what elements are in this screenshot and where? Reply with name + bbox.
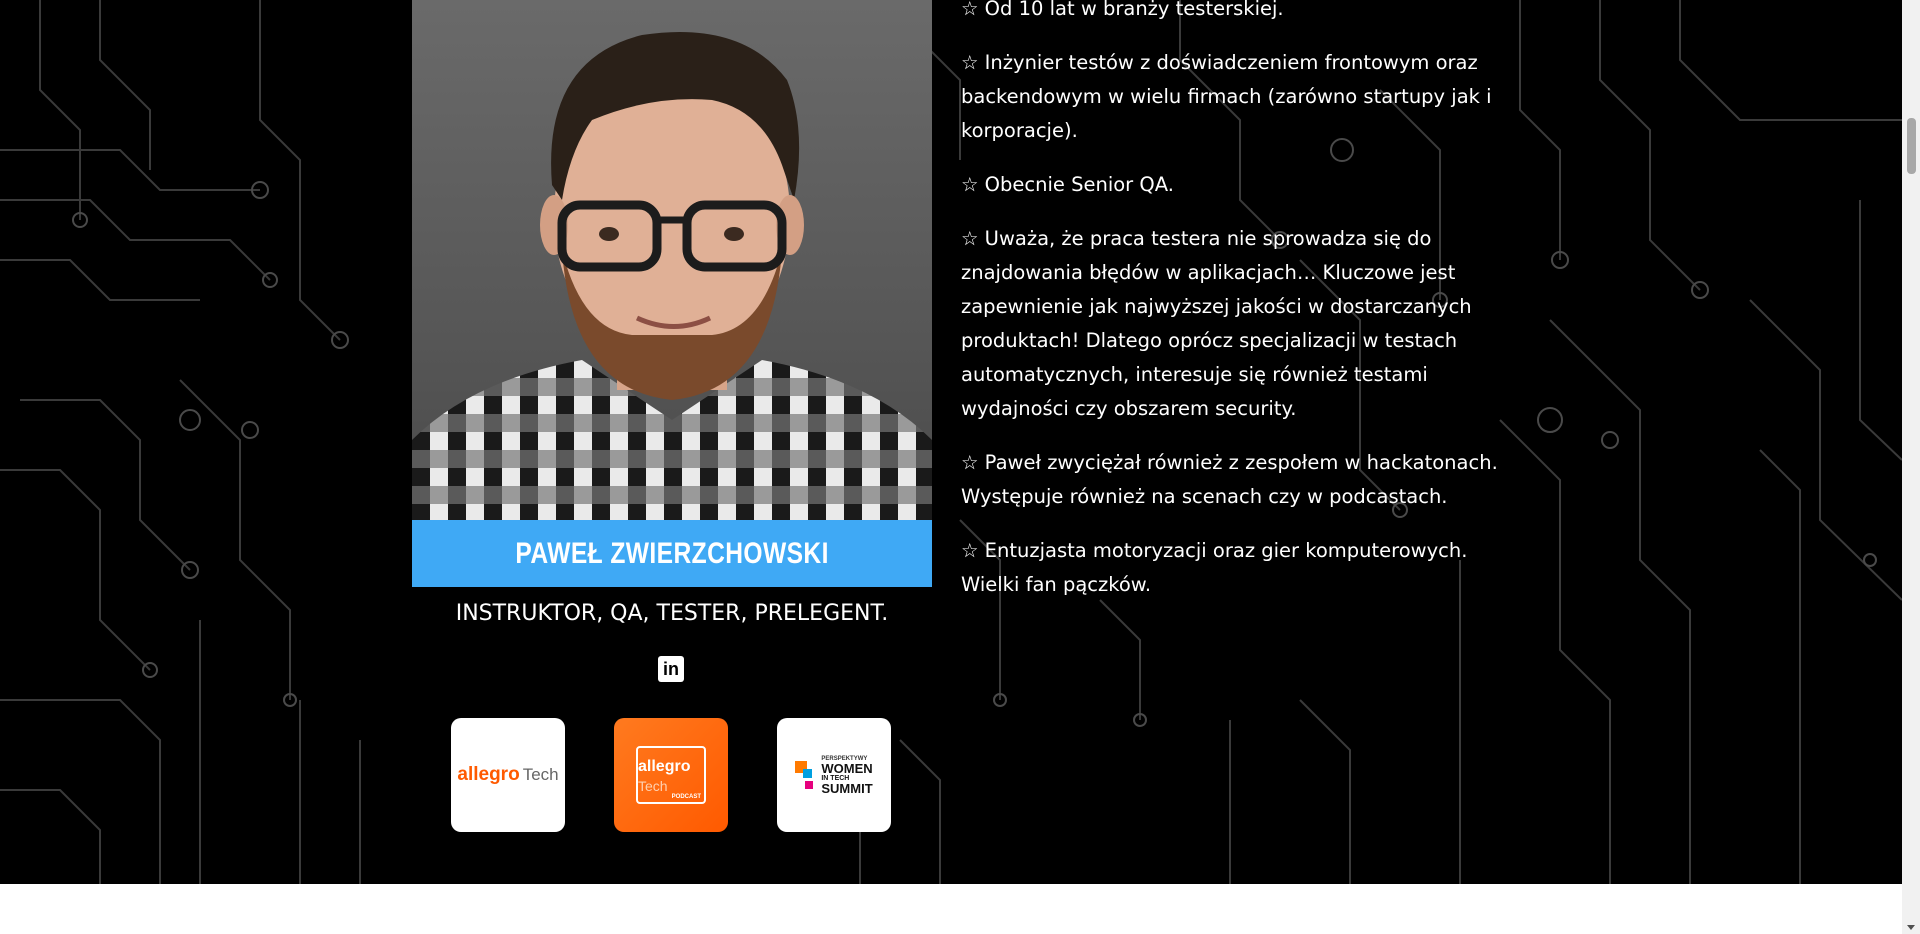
speaker-bio: ☆ Od 10 lat w branży testerskiej. ☆ Inży… [961,0,1501,622]
women-in-tech-summit-logo[interactable]: PERSPEKTYWY WOMEN IN TECH SUMMIT [777,718,891,832]
bio-paragraph: ☆ Entuzjasta motoryzacji oraz gier kompu… [961,539,1468,596]
women-squares-mark [795,757,817,793]
speaker-name-bar: PAWEŁ ZWIERZCHOWSKI [412,520,932,587]
bio-paragraph: ☆ Paweł zwyciężał również z zespołem w h… [961,451,1498,508]
bio-paragraph: ☆ Inżynier testów z doświadczeniem front… [961,51,1492,142]
next-section-top [0,884,1902,934]
scroll-down-arrow-icon[interactable] [1907,925,1915,930]
speaker-portrait [412,32,932,520]
podcast-tech-word: Tech [638,777,668,794]
women-line-3: SUMMIT [821,780,873,796]
podcast-label: PODCAST [671,794,701,800]
page-scrollbar[interactable] [1902,0,1920,934]
allegro-tech-podcast-logo[interactable]: allegro Tech PODCAST [614,718,728,832]
logo-row: allegro Tech allegro Tech PODCAST PERSPE… [0,718,1902,832]
allegro-word: allegro [457,764,520,785]
tech-word: Tech [522,765,559,784]
women-line-1: WOMEN [821,760,873,776]
speaker-photo [412,0,932,520]
linkedin-icon[interactable]: in [658,656,684,682]
linkedin-glyph: in [663,659,679,679]
bio-paragraph: ☆ Od 10 lat w branży testerskiej. [961,0,1284,20]
bio-paragraph: ☆ Uważa, że praca testera nie sprowadza … [961,227,1472,420]
scrollbar-thumb[interactable] [1907,118,1916,174]
podcast-allegro-word: allegro [638,757,691,775]
allegro-tech-logo[interactable]: allegro Tech [451,718,565,832]
bio-paragraph: ☆ Obecnie Senior QA. [961,173,1174,196]
speaker-name: PAWEŁ ZWIERZCHOWSKI [515,536,829,570]
speaker-section: PAWEŁ ZWIERZCHOWSKI INSTRUKTOR, QA, TEST… [0,0,1902,884]
speaker-roles: INSTRUKTOR, QA, TESTER, PRELEGENT. [455,601,889,626]
podcast-bubble: allegro Tech PODCAST [636,746,706,804]
